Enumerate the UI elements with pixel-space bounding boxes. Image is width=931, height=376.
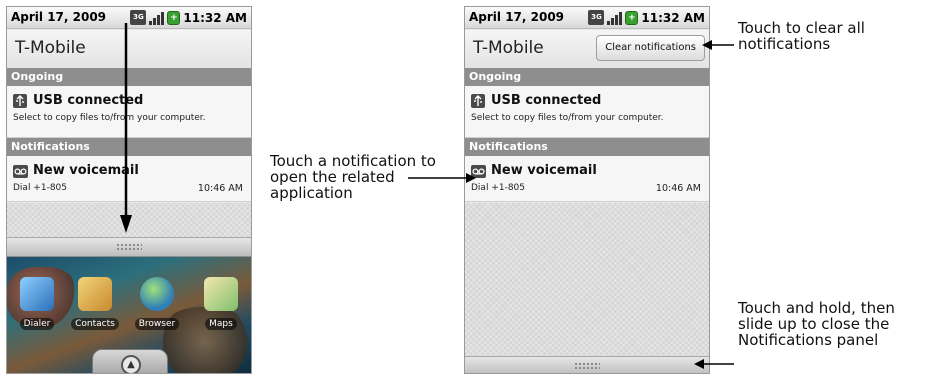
launcher-tray[interactable]: ▲	[92, 349, 168, 373]
status-date: April 17, 2009	[469, 10, 565, 24]
notification-description: Select to copy files to/from your comput…	[471, 113, 664, 123]
maps-icon	[204, 277, 238, 311]
notification-title: USB connected	[491, 93, 602, 108]
callout-clear-notifications: Touch to clear all notifications	[738, 19, 865, 53]
notification-new-voicemail[interactable]: New voicemail Dial +1-805 10:46 AM	[465, 156, 709, 202]
carrier-name: T-Mobile	[473, 38, 544, 58]
app-label: Dialer	[19, 318, 55, 330]
notification-description: Select to copy files to/from your comput…	[13, 113, 206, 123]
notifications-panel-pulled-down: April 17, 2009 3G + 11:32 AM T-Mobile On…	[6, 6, 252, 374]
notification-description: Dial +1-805	[471, 183, 525, 193]
section-header-notifications: Notifications	[465, 138, 709, 156]
clear-notifications-button[interactable]: Clear notifications	[596, 35, 705, 61]
network-3g-icon: 3G	[130, 10, 147, 25]
status-date: April 17, 2009	[11, 10, 107, 24]
callout-open-notification: Touch a notification to open the related…	[270, 152, 436, 202]
drag-down-arrow-icon	[120, 23, 132, 233]
notification-time: 10:46 AM	[197, 183, 243, 194]
battery-icon: +	[625, 10, 639, 25]
notifications-panel-open: April 17, 2009 3G + 11:32 AM T-Mobile Cl…	[464, 6, 710, 374]
panel-empty-area	[465, 203, 709, 357]
home-screen: Dialer Contacts Browser Maps ▲	[7, 257, 251, 373]
notification-title: New voicemail	[491, 163, 597, 178]
signal-strength-icon	[607, 11, 623, 25]
app-browser[interactable]: Browser	[131, 277, 183, 330]
notification-usb-connected[interactable]: USB connected Select to copy files to/fr…	[465, 86, 709, 138]
signal-strength-icon	[149, 11, 165, 25]
voicemail-icon	[13, 165, 28, 178]
notification-description: Dial +1-805	[13, 183, 67, 193]
grip-dots-icon	[574, 362, 600, 370]
section-header-ongoing: Ongoing	[465, 68, 709, 86]
browser-icon	[140, 277, 174, 311]
status-bar[interactable]: April 17, 2009 3G + 11:32 AM	[465, 7, 709, 29]
contacts-icon	[78, 277, 112, 311]
app-maps[interactable]: Maps	[195, 277, 247, 330]
status-time: 11:32 AM	[641, 10, 705, 25]
carrier-bar: T-Mobile Clear notifications	[465, 30, 709, 68]
usb-icon	[13, 94, 27, 108]
voicemail-icon	[471, 165, 486, 178]
app-dialer[interactable]: Dialer	[11, 277, 63, 330]
app-contacts[interactable]: Contacts	[69, 277, 121, 330]
callout-close-panel: Touch and hold, then slide up to close t…	[738, 299, 895, 349]
panel-drag-handle[interactable]	[7, 237, 251, 257]
app-label: Browser	[134, 318, 180, 330]
battery-icon: +	[167, 10, 181, 25]
grip-dots-icon	[116, 243, 142, 251]
panel-drag-handle[interactable]	[465, 356, 709, 373]
dialer-icon	[20, 277, 54, 311]
usb-icon	[471, 94, 485, 108]
notification-time: 10:46 AM	[655, 183, 701, 194]
status-icons: 3G + 11:32 AM	[588, 10, 705, 25]
status-icons: 3G + 11:32 AM	[130, 10, 247, 25]
chevron-up-icon[interactable]: ▲	[121, 355, 141, 373]
app-label: Contacts	[71, 318, 119, 330]
status-time: 11:32 AM	[183, 10, 247, 25]
app-label: Maps	[205, 318, 237, 330]
network-3g-icon: 3G	[588, 10, 605, 25]
carrier-name: T-Mobile	[15, 38, 86, 58]
